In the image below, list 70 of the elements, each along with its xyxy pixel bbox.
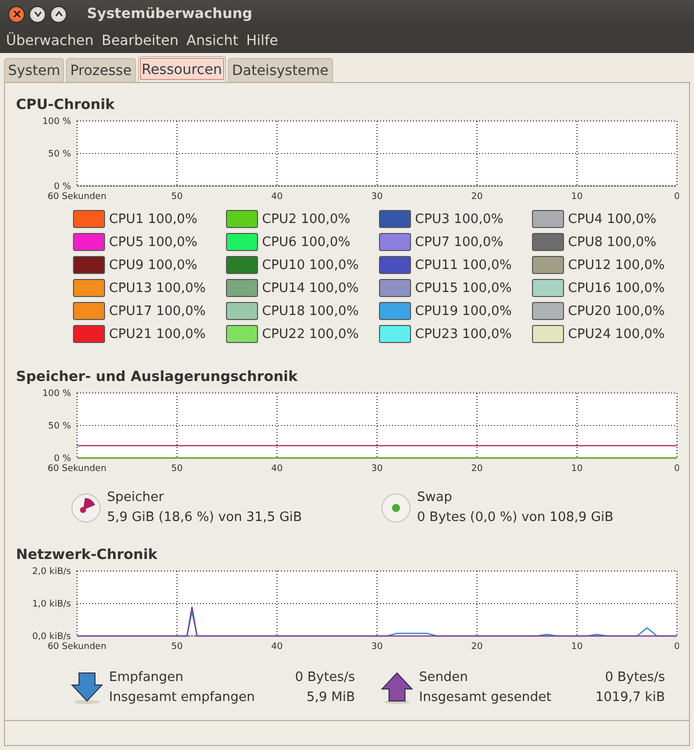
axis-label: 50 [171, 192, 183, 202]
cpu-label: CPU13 100,0% [109, 280, 206, 296]
rate-label: Senden [419, 670, 469, 685]
axis-label: 10 [571, 464, 583, 474]
cpu-label: CPU15 100,0% [415, 280, 512, 296]
cpu-label: CPU20 100,0% [568, 304, 665, 318]
axis-label: 50 [171, 464, 183, 474]
axis-label: 30 [371, 464, 383, 474]
axis-label: 60 Sekunden [48, 464, 106, 474]
cpu-label: CPU14 100,0% [262, 280, 359, 296]
axis-label: 30 [371, 192, 383, 202]
cpu-label: CPU6 100,0% [262, 234, 350, 250]
axis-label: 0 % [54, 454, 71, 464]
axis-label: 0 [674, 464, 679, 474]
cpu-label: CPU2 100,0% [262, 212, 350, 226]
axis-label: 50 % [48, 422, 71, 432]
cpu-label: CPU16 100,0% [568, 280, 665, 296]
axis-label: 20 [471, 642, 483, 652]
cpu-label: CPU19 100,0% [415, 304, 512, 318]
cpu-label: CPU3 100,0% [415, 212, 504, 226]
axis-label: 60 Sekunden [48, 642, 106, 652]
cpu-label: CPU23 100,0% [415, 326, 512, 342]
axis-label: 1,0 kiB/s [32, 600, 71, 610]
axis-label: 20 [471, 464, 483, 474]
usage-label: Swap [417, 490, 454, 505]
axis-label: 40 [271, 464, 283, 474]
axis-label: 20 [471, 192, 483, 202]
total-label: Insgesamt empfangen [109, 690, 256, 705]
cpu-label: CPU7 100,0% [415, 234, 504, 250]
axis-label: 40 [271, 192, 283, 202]
total-value: 5,9 MiB [305, 690, 355, 705]
axis-label: 10 [571, 192, 583, 202]
cpu-label: CPU8 100,0% [568, 234, 656, 250]
cpu-label: CPU5 100,0% [109, 234, 198, 250]
cpu-label: CPU4 100,0% [568, 212, 656, 226]
axis-label: 0 [674, 642, 679, 652]
section-heading: CPU-Chronik [15, 97, 116, 113]
axis-label: 0 [674, 192, 679, 202]
cpu-label: CPU18 100,0% [262, 304, 359, 318]
cpu-label: CPU9 100,0% [109, 258, 198, 272]
axis-label: 100 % [42, 117, 71, 127]
cpu-label: CPU10 100,0% [262, 258, 359, 272]
cpu-label: CPU1 100,0% [109, 212, 198, 226]
total-label: Insgesamt gesendet [419, 690, 552, 705]
usage-detail: 5,9 GiB (18,6 %) von 31,5 GiB [107, 510, 302, 525]
axis-label: 30 [371, 642, 383, 652]
total-value: 1019,7 kiB [594, 690, 665, 705]
axis-label: 10 [571, 642, 583, 652]
axis-label: 60 Sekunden [48, 192, 106, 202]
rate-value: 0 Bytes/s [294, 670, 355, 685]
axis-label: 100 % [42, 389, 71, 399]
cpu-label: CPU17 100,0% [109, 304, 206, 318]
cpu-label: CPU22 100,0% [262, 326, 359, 342]
axis-label: 50 % [48, 150, 71, 160]
rate-value: 0 Bytes/s [604, 670, 665, 685]
cpu-label: CPU21 100,0% [109, 326, 206, 342]
usage-label: Speicher [107, 490, 165, 505]
section-heading: Netzwerk-Chronik [15, 547, 158, 563]
window-title: Systemüberwachung [87, 6, 252, 22]
axis-label: 40 [271, 642, 283, 652]
cpu-label: CPU11 100,0% [415, 258, 512, 272]
axis-label: 50 [171, 642, 183, 652]
rate-label: Empfangen [109, 670, 184, 685]
axis-label: 0 % [54, 182, 71, 192]
section-heading: Speicher- und Auslagerungschronik [15, 369, 299, 385]
axis-label: 2,0 kiB/s [32, 567, 71, 577]
cpu-label: CPU12 100,0% [568, 258, 665, 272]
usage-detail: 0 Bytes (0,0 %) von 108,9 GiB [417, 510, 614, 525]
cpu-label: CPU24 100,0% [568, 326, 665, 342]
axis-label: 0,0 kiB/s [32, 632, 71, 642]
